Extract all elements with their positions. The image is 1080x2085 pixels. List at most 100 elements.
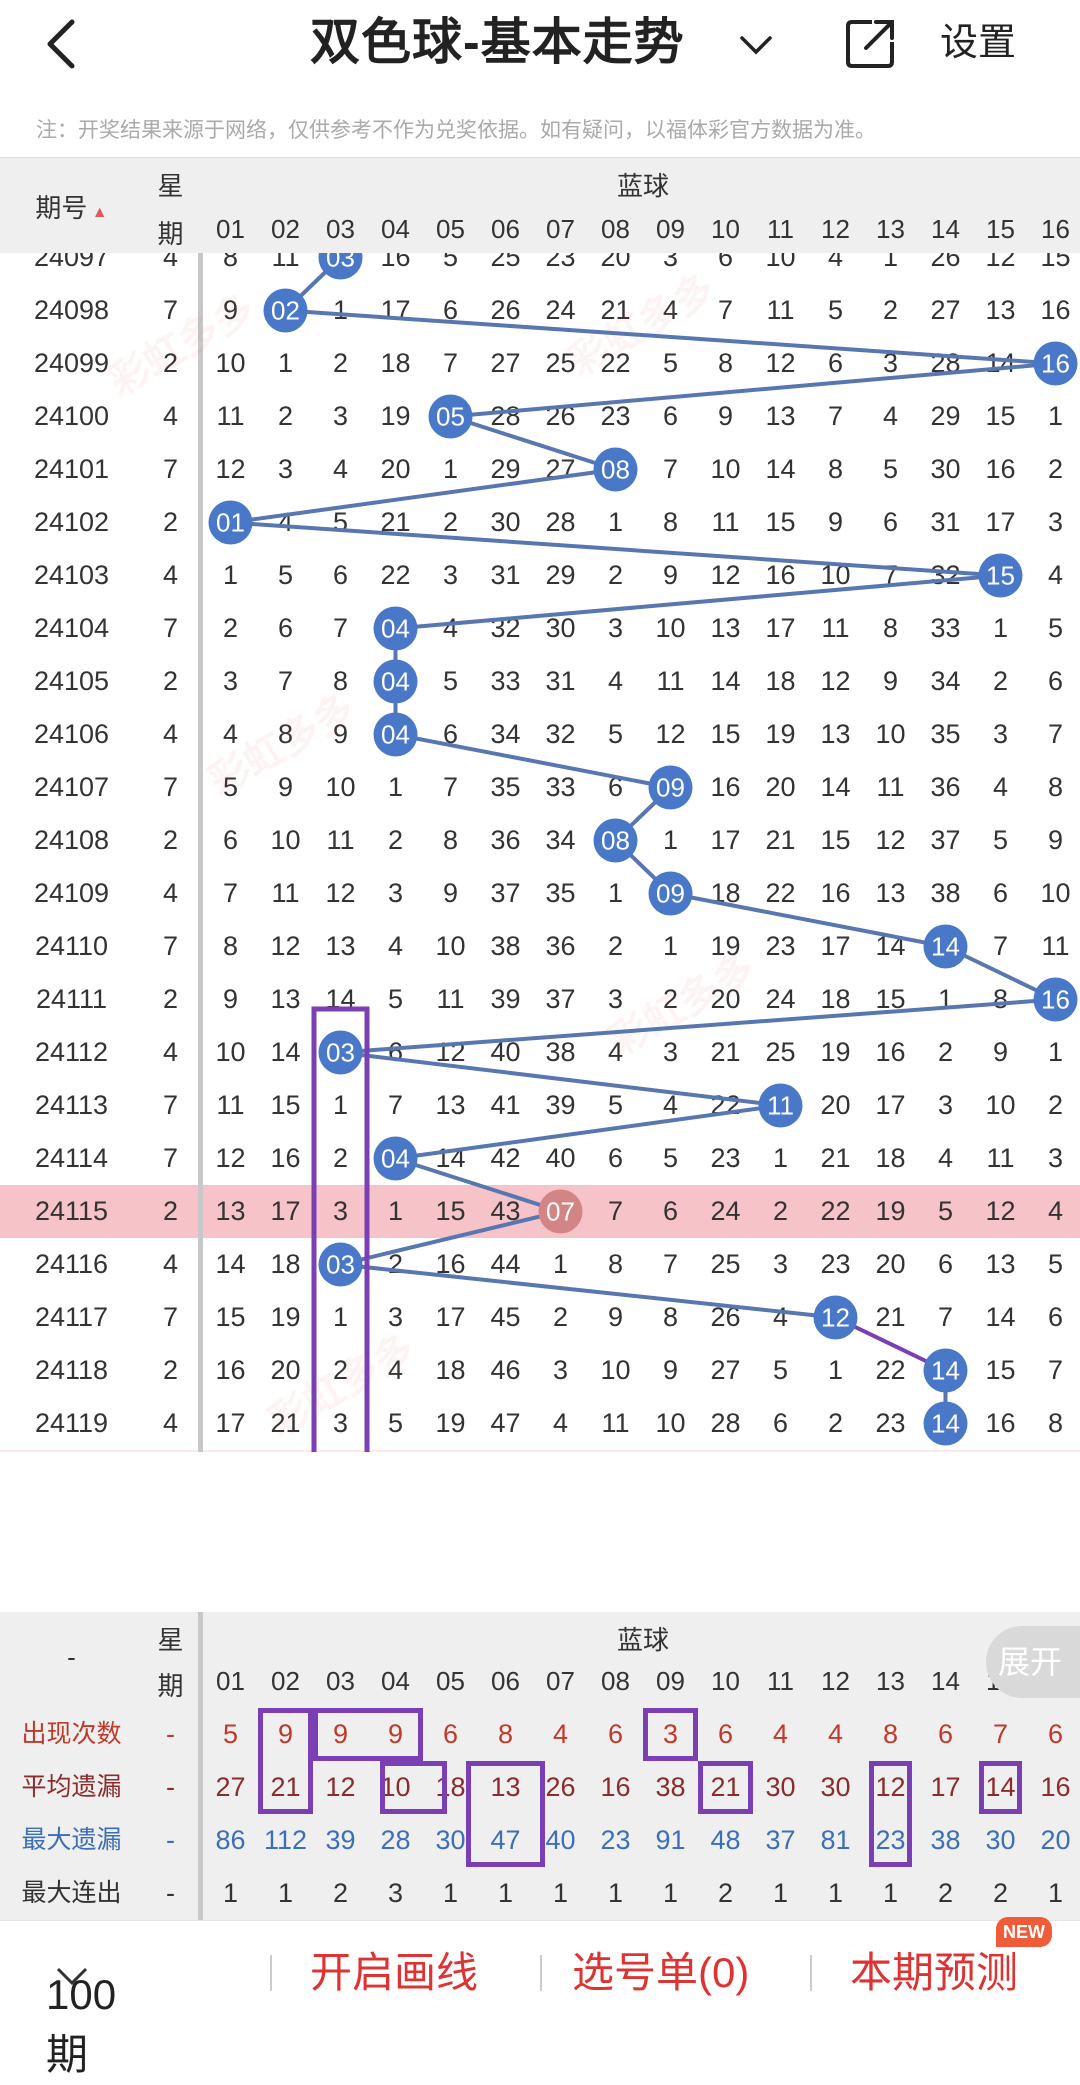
period-label: 期号 [35,193,88,223]
stats-value: 1 [1047,1878,1064,1908]
trend-line [230,467,616,525]
blue-ball: 01 [208,500,253,545]
stats-row: 出现次数 -5 9 9 9 6 8 4 6 3 6 4 4 8 6 7 6 [0,1708,1080,1761]
blue-ball-number: 01 [216,508,245,538]
stats-label: 平均遗漏 [21,1773,122,1801]
blue-ball-number: 04 [381,614,410,644]
blue-ball-number: 05 [436,402,465,432]
blue-ball-number: 15 [986,561,1015,591]
page-title[interactable]: 双色球-基本走势 [310,10,685,74]
column-header: 08 [601,214,630,244]
sort-icon: ▲ [87,204,108,221]
stats-blue-header: 蓝球 [616,1625,669,1655]
chevron-down-icon[interactable] [736,24,776,64]
stats-value: 81 [820,1825,851,1855]
stats-value: 4 [552,1719,569,1749]
blue-ball-number: 04 [381,720,410,750]
stats-column-header: 07 [546,1666,575,1696]
annotation-box [643,1708,698,1761]
blue-ball-number: 03 [326,253,355,273]
stats-column-header: 12 [821,1666,850,1696]
forecast-button[interactable]: 本期预测 [850,1943,1018,2003]
column-header: 13 [876,214,905,244]
app-header: 双色球-基本走势 设置 [0,0,1080,88]
back-arrow-icon[interactable] [38,14,88,74]
column-header: 15 [986,214,1015,244]
stats-column-header: 08 [601,1666,630,1696]
stats-value: 2 [717,1878,734,1908]
blue-ball: 09 [648,871,693,916]
period-count-select[interactable]: 100期 [46,1943,116,2078]
column-header: 12 [821,214,850,244]
period-sort-header[interactable]: 期号 ▲ [0,188,143,225]
blue-ball: 15 [978,553,1023,598]
stats-column-header: 03 [326,1666,355,1696]
stats-column-header: 02 [271,1666,300,1696]
stats-value: 16 [600,1772,631,1802]
stats-column-header: 13 [876,1666,905,1696]
stats-value: 38 [655,1772,686,1802]
blue-ball: 04 [373,606,418,651]
stats-value: 2 [332,1878,349,1908]
column-header: 16 [1041,214,1070,244]
stats-dash-cell: - [166,1878,175,1908]
stats-dash-cell: - [166,1772,175,1802]
annotation-box [311,1006,370,1452]
trend-line [395,1103,781,1161]
stats-value: 3 [387,1878,404,1908]
column-header: 11 [767,214,794,244]
annotation-box [698,1761,753,1814]
trend-line [449,414,617,472]
new-badge: NEW [996,1917,1052,1947]
week-label-top: 星 [157,171,184,201]
expand-button[interactable]: 展开 [986,1626,1080,1698]
stats-value: 30 [985,1825,1016,1855]
stats-value: 112 [263,1825,308,1855]
stats-value: 91 [655,1825,686,1855]
stats-dash-cell: - [166,1825,175,1855]
draw-lines-button[interactable]: 开启画线 [310,1943,478,2003]
blue-ball: 12 [813,1295,858,1340]
stats-column-header: 05 [436,1666,465,1696]
blue-ball-number: 04 [381,667,410,697]
blue-ball-number: 14 [931,932,960,962]
column-header: 10 [711,214,740,244]
share-icon[interactable] [842,14,900,72]
blue-ball: 07 [538,1189,583,1234]
column-header: 07 [546,214,575,244]
trend-line [670,891,946,949]
annotation-box [466,1761,545,1867]
blue-ball: 14 [923,1348,968,1393]
stats-column-header: 09 [656,1666,685,1696]
column-header: 02 [271,214,300,244]
stats-value: 16 [1040,1772,1071,1802]
trend-line [395,732,671,790]
trend-line [340,997,1056,1055]
blue-ball: 11 [758,1083,803,1128]
stats-column-header: 04 [381,1666,410,1696]
stats-value: 1 [552,1878,569,1908]
settings-button[interactable]: 设置 [940,18,1016,68]
stats-value: 8 [882,1719,899,1749]
stats-value: 1 [882,1878,899,1908]
pick-list-button[interactable]: 选号单(0) [572,1943,749,2003]
blue-ball-number: 04 [381,1144,410,1174]
stats-value: 1 [277,1878,294,1908]
annotation-box [313,1708,423,1761]
column-header: 03 [326,214,355,244]
stats-value: 1 [827,1878,844,1908]
blue-ball: 03 [318,1242,363,1287]
stats-value: 6 [607,1719,624,1749]
blue-ball-header: 蓝球 [616,171,669,201]
stats-label: 最大遗漏 [21,1826,122,1854]
stats-value: 6 [937,1719,954,1749]
blue-ball: 09 [648,765,693,810]
period-count-label: 100期 [46,1971,117,2078]
blue-ball: 04 [373,659,418,704]
divider [810,1955,812,1991]
stats-value: 2 [937,1878,954,1908]
stats-value: 37 [765,1825,796,1855]
trend-line [230,520,1001,578]
trend-overlay: 03 02 16 05 08 01 15 04 04 04 09 08 09 14 16 03 11 04 07 03… [208,253,1078,1452]
stats-column-header: 10 [711,1666,740,1696]
